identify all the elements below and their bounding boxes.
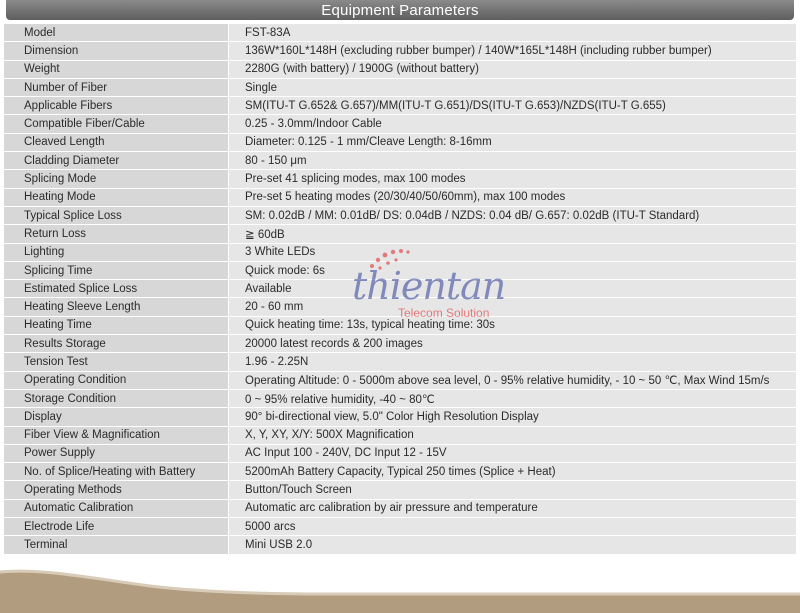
parameter-value: X, Y, XY, X/Y: 500X Magnification xyxy=(228,426,796,445)
footer-wave-decoration xyxy=(0,569,800,613)
table-row: Operating Condition Operating Altitude: 0… xyxy=(4,371,796,390)
parameter-value: ≧ 60dB xyxy=(228,224,796,244)
table-row: Heating Sleeve Length 20 - 60 mm xyxy=(4,297,796,317)
parameter-label: Model xyxy=(4,24,229,43)
parameter-value: 20000 latest records & 200 images xyxy=(228,334,796,354)
table-row: Electrode Life 5000 arcs xyxy=(4,517,796,537)
parameter-label: Heating Mode xyxy=(4,188,229,207)
parameter-value: Operating Altitude: 0 - 5000m above sea … xyxy=(228,371,796,390)
parameter-label: Automatic Calibration xyxy=(4,499,229,519)
table-row: Operating Methods Button/Touch Screen xyxy=(4,480,796,500)
table-row: Power Supply AC Input 100 - 240V, DC Inpu… xyxy=(4,444,796,464)
page-title: Equipment Parameters xyxy=(6,0,794,20)
parameter-value: Pre-set 41 splicing modes, max 100 modes xyxy=(228,169,796,189)
table-row: Typical Splice Loss SM: 0.02dB / MM: 0.01… xyxy=(4,206,796,226)
parameter-label: Splicing Time xyxy=(4,261,229,281)
parameter-label: Fiber View & Magnification xyxy=(4,426,229,445)
parameter-value: 5000 arcs xyxy=(228,517,796,537)
parameter-value: 20 - 60 mm xyxy=(228,297,796,317)
parameter-label: Operating Methods xyxy=(4,480,229,500)
parameter-value: 80 - 150 μm xyxy=(228,151,796,171)
parameter-label: Typical Splice Loss xyxy=(4,206,229,226)
parameter-value: Mini USB 2.0 xyxy=(228,535,796,555)
parameter-value: AC Input 100 - 240V, DC Input 12 - 15V xyxy=(228,444,796,464)
table-row: Cleaved Length Diameter: 0.125 - 1 mm/Cle… xyxy=(4,133,796,153)
parameter-label: Cladding Diameter xyxy=(4,151,229,171)
equipment-parameters-table: Model FST-83A Dimension 136W*160L*148H (exc… xyxy=(4,24,796,555)
parameter-value: 0 ~ 95% relative humidity, -40 ~ 80℃ xyxy=(228,389,796,409)
parameter-label: Display xyxy=(4,407,229,427)
parameter-value: 1.96 - 2.25N xyxy=(228,352,796,372)
parameter-label: Heating Sleeve Length xyxy=(4,297,229,317)
parameter-label: Lighting xyxy=(4,243,229,262)
parameter-label: Number of Fiber xyxy=(4,78,229,98)
parameter-label: Power Supply xyxy=(4,444,229,464)
table-row: Number of Fiber Single xyxy=(4,78,796,98)
parameter-value: Diameter: 0.125 - 1 mm/Cleave Length: 8-… xyxy=(228,133,796,153)
parameter-value: Quick heating time: 13s, typical heating… xyxy=(228,316,796,336)
table-row: Heating Mode Pre-set 5 heating modes (20/… xyxy=(4,188,796,207)
parameter-value: Available xyxy=(228,279,796,299)
table-row: Display 90° bi-directional view, 5.0" Col… xyxy=(4,407,796,427)
table-row: Tension Test 1.96 - 2.25N xyxy=(4,352,796,372)
table-row: Storage Condition 0 ~ 95% relative humidi… xyxy=(4,389,796,409)
table-row: Return Loss ≧ 60dB xyxy=(4,224,796,244)
table-row: Splicing Mode Pre-set 41 splicing modes, … xyxy=(4,169,796,189)
table-row: Splicing Time Quick mode: 6s xyxy=(4,261,796,281)
table-row: Applicable Fibers SM(ITU-T G.652& G.657)/… xyxy=(4,96,796,116)
parameter-value: FST-83A xyxy=(228,24,796,43)
table-row: Heating Time Quick heating time: 13s, typ… xyxy=(4,316,796,336)
parameter-label: Heating Time xyxy=(4,316,229,336)
parameter-label: Return Loss xyxy=(4,224,229,244)
parameter-label: Applicable Fibers xyxy=(4,96,229,116)
parameter-value: 3 White LEDs xyxy=(228,243,796,262)
parameter-label: No. of Splice/Heating with Battery xyxy=(4,462,229,482)
parameter-label: Weight xyxy=(4,60,229,79)
parameter-value: Pre-set 5 heating modes (20/30/40/50/60m… xyxy=(228,188,796,207)
table-row: Automatic Calibration Automatic arc calib… xyxy=(4,499,796,519)
parameter-value: Button/Touch Screen xyxy=(228,480,796,500)
table-row: Results Storage 20000 latest records & 20… xyxy=(4,334,796,354)
parameter-label: Cleaved Length xyxy=(4,133,229,153)
table-row: Dimension 136W*160L*148H (excluding rubbe… xyxy=(4,41,796,61)
parameter-value: SM: 0.02dB / MM: 0.01dB/ DS: 0.04dB / NZ… xyxy=(228,206,796,226)
parameter-label: Dimension xyxy=(4,41,229,61)
parameter-value: SM(ITU-T G.652& G.657)/MM(ITU-T G.651)/D… xyxy=(228,96,796,116)
table-row: Cladding Diameter 80 - 150 μm xyxy=(4,151,796,171)
table-row: Weight 2280G (with battery) / 1900G (with… xyxy=(4,60,796,79)
parameter-label: Electrode Life xyxy=(4,517,229,537)
parameter-label: Terminal xyxy=(4,535,229,555)
table-row: Estimated Splice Loss Available xyxy=(4,279,796,299)
parameter-label: Storage Condition xyxy=(4,389,229,409)
table-row: Fiber View & Magnification X, Y, XY, X/Y:… xyxy=(4,426,796,445)
table-row: Terminal Mini USB 2.0 xyxy=(4,535,796,555)
parameter-label: Estimated Splice Loss xyxy=(4,279,229,299)
table-row: Lighting 3 White LEDs xyxy=(4,243,796,262)
parameter-value: Single xyxy=(228,78,796,98)
parameter-value: 136W*160L*148H (excluding rubber bumper)… xyxy=(228,41,796,61)
table-row: Model FST-83A xyxy=(4,24,796,43)
parameter-label: Operating Condition xyxy=(4,371,229,390)
parameter-value: Automatic arc calibration by air pressur… xyxy=(228,499,796,519)
table-row: No. of Splice/Heating with Battery 5200mA… xyxy=(4,462,796,482)
parameter-label: Compatible Fiber/Cable xyxy=(4,114,229,134)
table-row: Compatible Fiber/Cable 0.25 - 3.0mm/Indoo… xyxy=(4,114,796,134)
parameter-label: Tension Test xyxy=(4,352,229,372)
parameter-value: 2280G (with battery) / 1900G (without ba… xyxy=(228,60,796,79)
parameter-value: Quick mode: 6s xyxy=(228,261,796,281)
parameter-label: Splicing Mode xyxy=(4,169,229,189)
parameter-value: 90° bi-directional view, 5.0" Color High… xyxy=(228,407,796,427)
parameter-label: Results Storage xyxy=(4,334,229,354)
parameter-value: 5200mAh Battery Capacity, Typical 250 ti… xyxy=(228,462,796,482)
parameter-value: 0.25 - 3.0mm/Indoor Cable xyxy=(228,114,796,134)
